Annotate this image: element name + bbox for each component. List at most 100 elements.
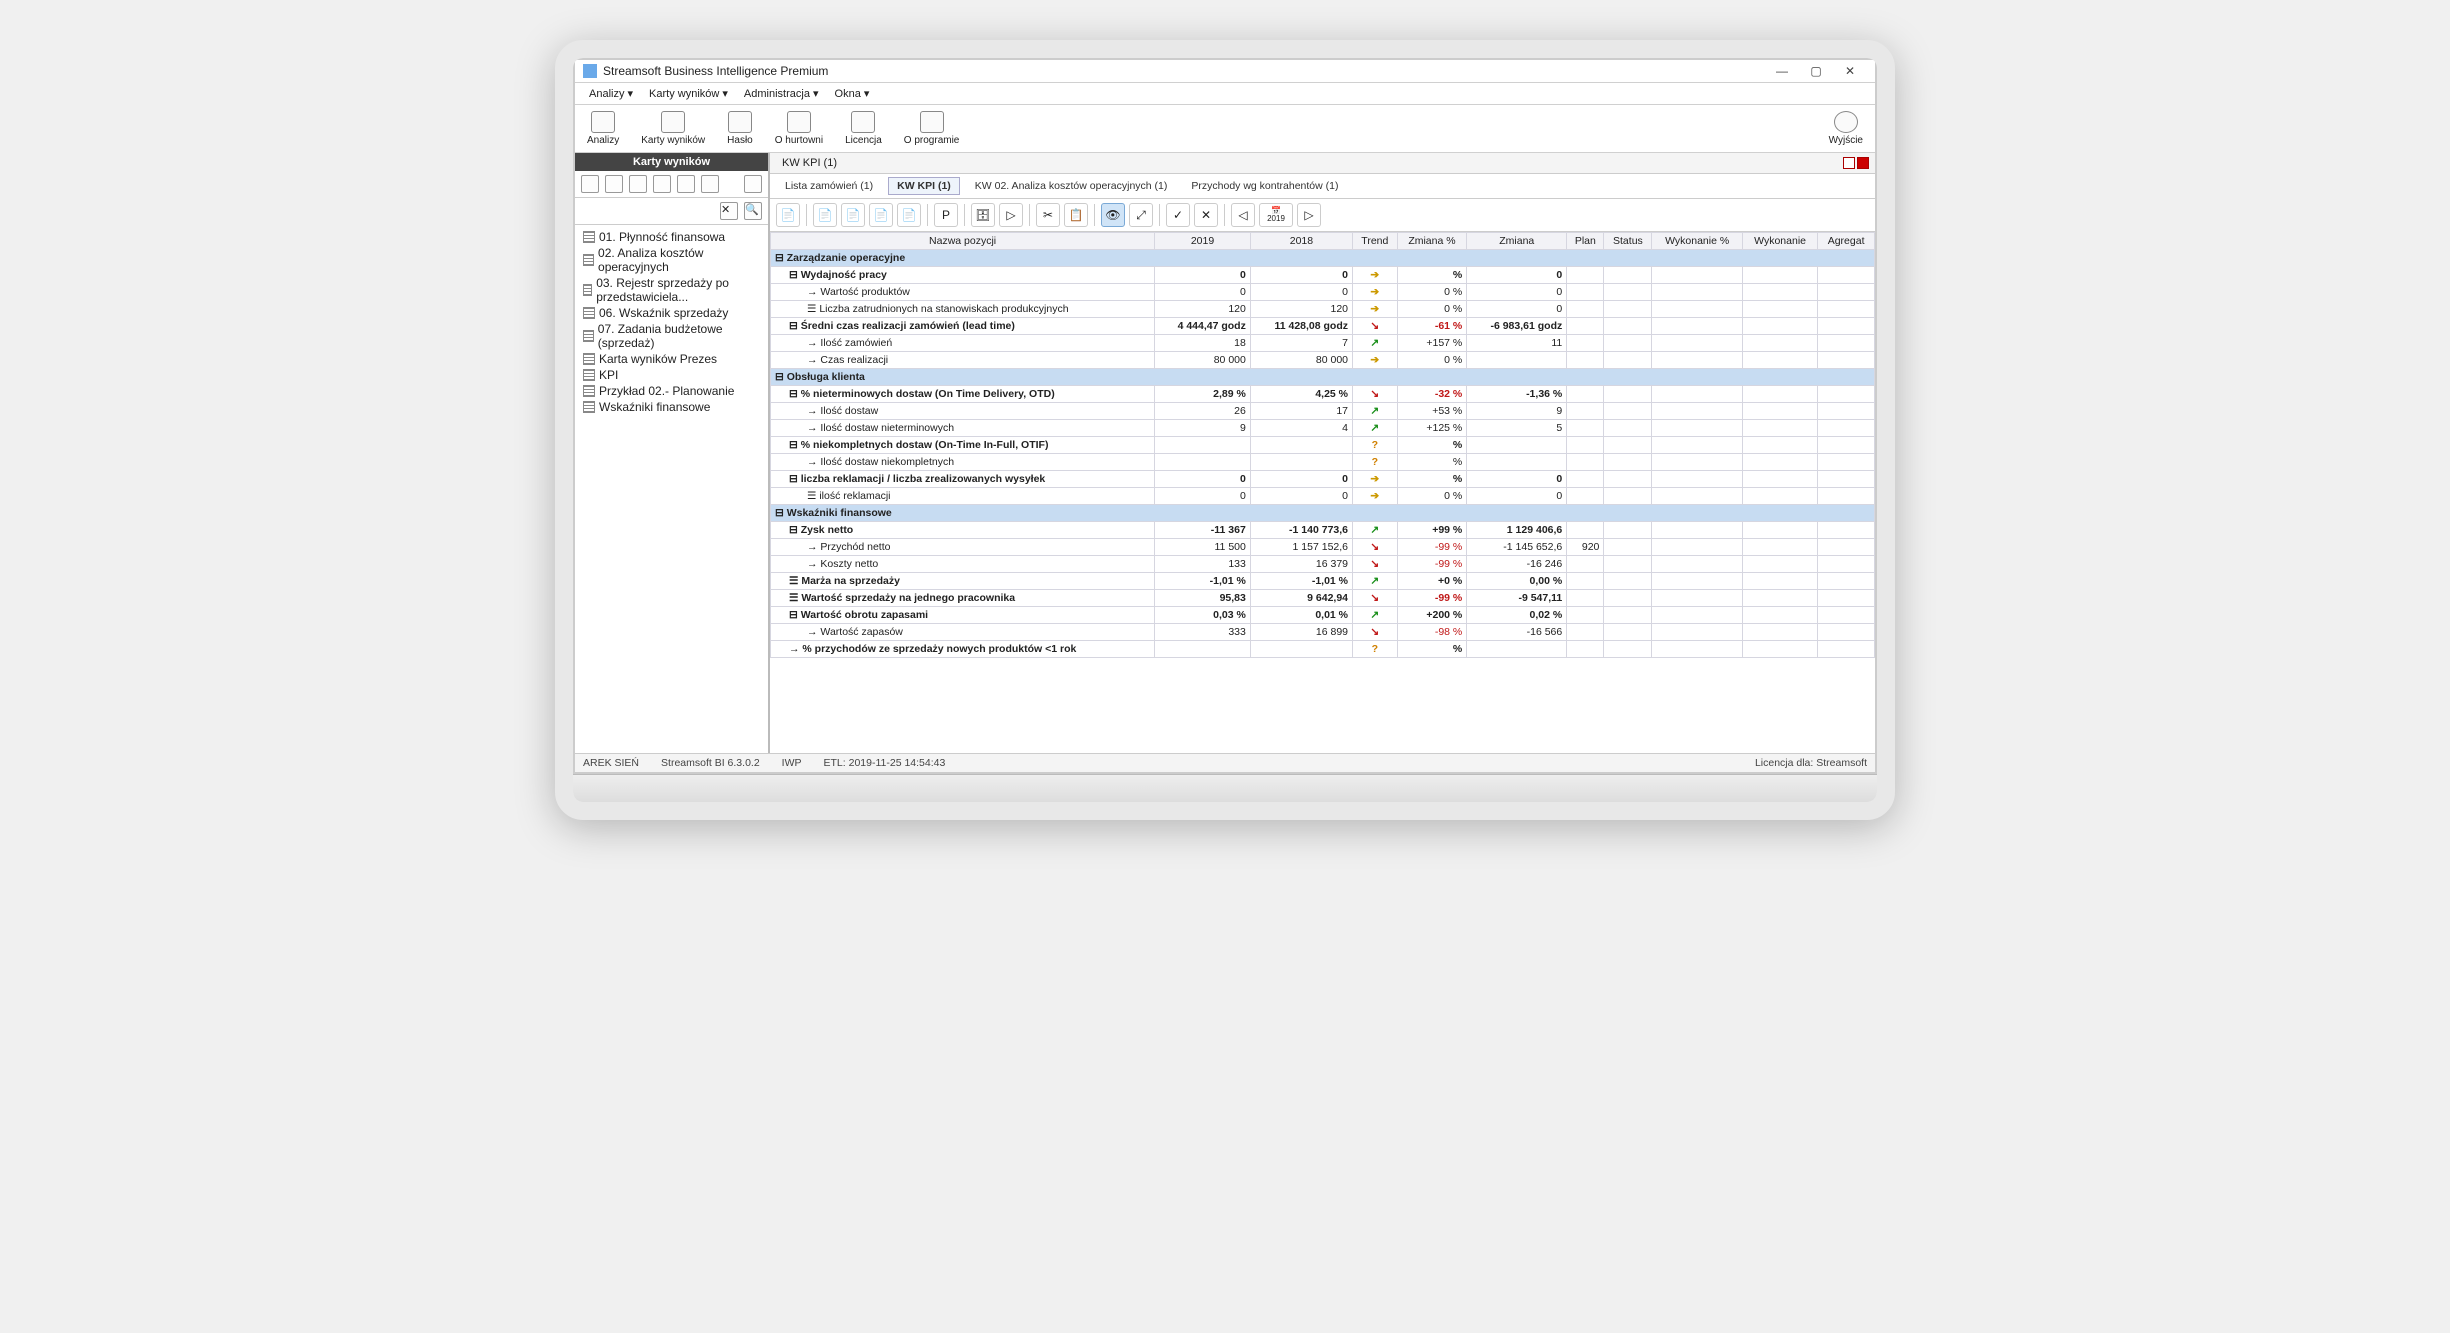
ribbon-licencja[interactable]: Licencja [841,109,886,148]
document-tab[interactable]: KW 02. Analiza kosztów operacyjnych (1) [966,177,1177,195]
list-icon [583,353,595,365]
sidebar-item[interactable]: 06. Wskaźnik sprzedaży [575,305,768,321]
menu-administracja[interactable]: Administracja ▾ [738,85,825,102]
grid-row[interactable]: → Przychód netto11 5001 157 152,6↘-99 %-… [771,539,1875,556]
module-tab[interactable]: KW KPI (1) [776,155,843,171]
search-icon[interactable]: 🔍 [744,202,762,220]
column-header[interactable]: Status [1604,233,1652,250]
grid-row[interactable]: → Ilość dostaw niekompletnych?% [771,454,1875,471]
tb-doc2-icon[interactable]: 📄 [841,203,865,227]
grid-row[interactable]: ⊟ liczba reklamacji / liczba zrealizowan… [771,471,1875,488]
tab-close-icon[interactable] [1857,157,1869,169]
list-icon [583,330,594,342]
grid-row[interactable]: ⊟ Wskaźniki finansowe [771,505,1875,522]
cube-icon [591,111,615,133]
tb-db-icon[interactable]: 🗄 [971,203,995,227]
ribbon-o-hurtowni[interactable]: O hurtowni [771,109,827,148]
tb-cancel-icon[interactable]: ✕ [1194,203,1218,227]
close-button[interactable]: ✕ [1833,64,1867,78]
sidebar-item[interactable]: 01. Płynność finansowa [575,229,768,245]
ribbon-haslo[interactable]: Hasło [723,109,757,148]
column-header[interactable]: Agregat [1818,233,1875,250]
sidebar-item[interactable]: 07. Zadania budżetowe (sprzedaż) [575,321,768,351]
grid-row[interactable]: → Ilość dostaw nieterminowych94↗+125 %5 [771,420,1875,437]
sidebar-item-label: Wskaźniki finansowe [599,400,710,414]
grid-row[interactable]: ⊟ Obsługa klienta [771,369,1875,386]
grid-toolbar: 📄 📄 📄 📄 📄 P 🗄 ▷ ✂ 📋 👁 ⤢ ✓ ✕ [770,199,1875,232]
grid-row[interactable]: → Ilość zamówień187↗+157 %11 [771,335,1875,352]
tb-prev-icon[interactable]: ◁ [1231,203,1255,227]
doc-new-icon[interactable] [581,175,599,193]
tb-play-icon[interactable]: ▷ [999,203,1023,227]
doc-refresh-icon[interactable] [677,175,695,193]
grid-row[interactable]: → Ilość dostaw2617↗+53 %9 [771,403,1875,420]
tb-year-button[interactable]: 📅2019 [1259,203,1293,227]
grid-row[interactable]: → Wartość produktów00➔0 %0 [771,284,1875,301]
sidebar-item[interactable]: Karta wyników Prezes [575,351,768,367]
column-header[interactable]: 2019 [1155,233,1251,250]
ribbon-karty-wynikow[interactable]: Karty wyników [637,109,709,148]
pin-icon[interactable] [744,175,762,193]
tb-doc1-icon[interactable]: 📄 [813,203,837,227]
grid-row[interactable]: ⊟ Zarządzanie operacyjne [771,250,1875,267]
module-tab-strip: KW KPI (1) [770,153,1875,174]
sidebar-tree[interactable]: 01. Płynność finansowa02. Analiza kosztó… [575,225,768,753]
column-header[interactable]: Trend [1353,233,1398,250]
sidebar-item[interactable]: Przykład 02.- Planowanie [575,383,768,399]
grid-row[interactable]: ⊟ % nieterminowych dostaw (On Time Deliv… [771,386,1875,403]
tab-pin-icon[interactable] [1843,157,1855,169]
ribbon: Analizy Karty wyników Hasło O hurtowni L… [575,105,1875,153]
tb-p-icon[interactable]: P [934,203,958,227]
menu-okna[interactable]: Okna ▾ [829,85,876,102]
sidebar-item[interactable]: 02. Analiza kosztów operacyjnych [575,245,768,275]
menu-analizy[interactable]: Analizy ▾ [583,85,639,102]
grid-row[interactable]: → Koszty netto13316 379↘-99 %-16 246 [771,556,1875,573]
tb-paste-icon[interactable]: 📋 [1064,203,1088,227]
minimize-button[interactable]: — [1765,64,1799,78]
sidebar-item[interactable]: 03. Rejestr sprzedaży po przedstawiciela… [575,275,768,305]
ribbon-wyjscie[interactable]: Wyjście [1825,109,1867,148]
grid-row[interactable]: ⊟ Wartość obrotu zapasami0,03 %0,01 %↗+2… [771,607,1875,624]
grid-row[interactable]: → % przychodów ze sprzedaży nowych produ… [771,641,1875,658]
column-header[interactable]: 2018 [1250,233,1352,250]
clear-icon[interactable]: ✕ [720,202,738,220]
column-header[interactable]: Wykonanie [1742,233,1817,250]
tb-cut-icon[interactable]: ✂ [1036,203,1060,227]
tb-doc3-icon[interactable]: 📄 [869,203,893,227]
grid-row[interactable]: ⊟ Wydajność pracy00➔%0 [771,267,1875,284]
grid-row[interactable]: ⊟ % niekompletnych dostaw (On-Time In-Fu… [771,437,1875,454]
tb-new-icon[interactable]: 📄 [776,203,800,227]
column-header[interactable]: Zmiana [1467,233,1567,250]
sidebar-item[interactable]: KPI [575,367,768,383]
doc-copy-icon[interactable] [653,175,671,193]
kpi-grid[interactable]: Nazwa pozycji20192018TrendZmiana %Zmiana… [770,232,1875,753]
document-tab[interactable]: Lista zamówień (1) [776,177,882,195]
grid-row[interactable]: → Wartość zapasów33316 899↘-98 %-16 566 [771,624,1875,641]
tb-hide-icon[interactable]: 👁 [1101,203,1125,227]
tb-check-icon[interactable]: ✓ [1166,203,1190,227]
grid-row[interactable]: → Czas realizacji80 00080 000➔0 % [771,352,1875,369]
doc-open-icon[interactable] [605,175,623,193]
column-header[interactable]: Wykonanie % [1652,233,1743,250]
tb-doc4-icon[interactable]: 📄 [897,203,921,227]
grid-row[interactable]: ☰ Marża na sprzedaży-1,01 %-1,01 %↗+0 %0… [771,573,1875,590]
grid-row[interactable]: ⊟ Średni czas realizacji zamówień (lead … [771,318,1875,335]
ribbon-o-programie[interactable]: O programie [900,109,964,148]
column-header[interactable]: Plan [1567,233,1604,250]
menu-karty-wynikow[interactable]: Karty wyników ▾ [643,85,734,102]
grid-row[interactable]: ⊟ Zysk netto-11 367-1 140 773,6↗+99 %1 1… [771,522,1875,539]
tb-expand-icon[interactable]: ⤢ [1129,203,1153,227]
maximize-button[interactable]: ▢ [1799,64,1833,78]
column-header[interactable]: Zmiana % [1397,233,1467,250]
grid-row[interactable]: ☰ Wartość sprzedaży na jednego pracownik… [771,590,1875,607]
doc-delete-icon[interactable] [701,175,719,193]
ribbon-analizy[interactable]: Analizy [583,109,623,148]
grid-row[interactable]: ☰ ilość reklamacji00➔0 %0 [771,488,1875,505]
column-header[interactable]: Nazwa pozycji [771,233,1155,250]
document-tab[interactable]: KW KPI (1) [888,177,960,195]
sidebar-item[interactable]: Wskaźniki finansowe [575,399,768,415]
document-tab[interactable]: Przychody wg kontrahentów (1) [1182,177,1347,195]
grid-row[interactable]: ☰ Liczba zatrudnionych na stanowiskach p… [771,301,1875,318]
doc-edit-icon[interactable] [629,175,647,193]
tb-next-icon[interactable]: ▷ [1297,203,1321,227]
